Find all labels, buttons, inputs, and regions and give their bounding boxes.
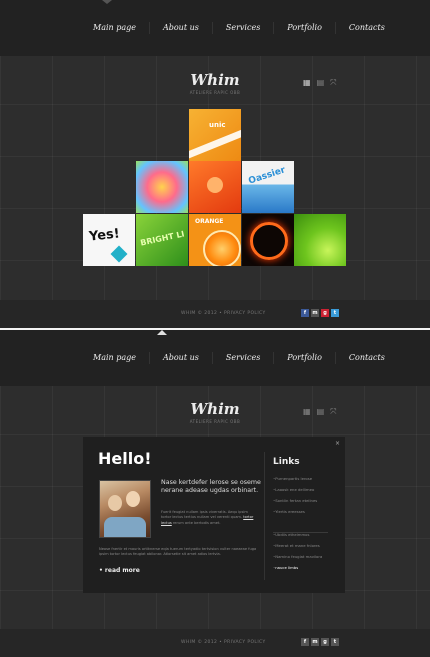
main-navigation: Main page About us Services Portfolio Co… [0,0,430,56]
footer-copyright[interactable]: WHIM © 2012 • PRIVACY POLICY [181,311,266,316]
list-view-icon[interactable]: ▤ [317,408,325,416]
about-panel: × Hello! Nase kertdefer lerose se oseme … [83,437,345,593]
nav-active-indicator [102,0,112,4]
logo-tagline: ATELIERE RAPIC OBB [189,419,241,424]
main-navigation-about: Main page About us Services Portfolio Co… [0,330,430,386]
tile-circle [207,177,223,193]
logo-name: Whim [190,71,240,89]
list-view-icon[interactable]: ▤ [317,79,325,87]
view-switcher: ▦ ▤ ⤧ [303,79,337,87]
read-more-link[interactable]: • read more [99,567,140,574]
footer-bottom: WHIM © 2012 • PRIVACY POLICY f m g t [0,629,430,657]
fullscreen-icon[interactable]: ⤧ [330,408,336,416]
tile-ring [250,222,288,260]
gallery-tile-orange-card[interactable] [189,161,241,213]
gallery-tile-bright-life[interactable]: BRIGHT LI [136,214,188,266]
links-item[interactable]: Yiertis ereesses [273,506,317,517]
gallery-tile-fire-ring[interactable] [242,214,294,266]
nav-item-about-us[interactable]: About us [148,22,212,34]
links-item[interactable]: Purnenpartis lerose [273,473,317,484]
nav-item-main-page[interactable]: Main page [80,352,149,364]
tile-badge [110,245,128,263]
social-links: f m g t [301,309,339,317]
panel-intro-text: Fuerit feugiat nullam ipsis viverratis. … [161,510,257,526]
social-links: f m g t [301,638,339,646]
nav-item-portfolio[interactable]: Portfolio [273,22,335,34]
nav-item-main-page[interactable]: Main page [80,22,149,34]
tile-label: Oassier [247,165,287,187]
gallery-tile-yes[interactable]: Yes! [83,214,135,266]
site-logo[interactable]: Whim ATELIERE RAPIC OBB [0,400,430,424]
myspace-icon[interactable]: m [311,638,319,646]
links-list-2: Ubdiis etheimmos Meerat et mane fnlores … [273,529,322,573]
facebook-icon[interactable]: f [301,309,309,317]
team-photo [99,480,151,538]
grid-view-icon[interactable]: ▦ [303,79,311,87]
nav-item-services[interactable]: Services [211,352,273,364]
myspace-icon[interactable]: m [311,309,319,317]
panel-divider [264,452,265,580]
twitter-icon[interactable]: t [331,638,339,646]
panel-title: Hello! [98,449,152,468]
links-item[interactable]: Ubdiis etheimmos [273,529,322,540]
google-plus-icon[interactable]: g [321,638,329,646]
nav-item-contacts[interactable]: Contacts [334,22,398,34]
panel-lead-text: Nase kertdefer lerose se oseme nerane ad… [161,479,261,494]
tile-label: unic [209,121,226,129]
panel-intro-part2: rerum ante bertodis amet. [172,520,221,525]
links-item[interactable]: Meerat et mane fnlores [273,540,322,551]
nav-item-services[interactable]: Services [211,22,273,34]
logo-name: Whim [190,400,240,418]
links-item-active[interactable]: nauce limbs [273,562,322,573]
links-list-1: Purnenpartis lerose Laoosk ene dellimeo … [273,473,317,517]
links-heading: Links [273,457,300,467]
tile-label: Yes! [88,226,121,245]
facebook-icon[interactable]: f [301,638,309,646]
photo-shirt [104,517,146,537]
nav-item-portfolio[interactable]: Portfolio [273,352,335,364]
tile-label: BRIGHT LI [139,229,186,248]
photo-face-left [108,495,122,511]
gallery-tile-orange[interactable]: ORANGE [189,214,241,266]
view-switcher: ▦ ▤ ⤧ [303,408,337,416]
close-icon[interactable]: × [335,440,340,447]
links-item[interactable]: Laoosk ene dellimeo [273,484,317,495]
gallery-tile-festival[interactable] [136,161,188,213]
nav-active-indicator [157,330,167,335]
google-plus-icon[interactable]: g [321,309,329,317]
tile-stripe [189,126,241,159]
panel-intro-part1: Fuerit feugiat nullam ipsis viverratis. … [161,510,248,520]
nav-item-about-us[interactable]: About us [148,352,212,364]
logo-tagline: ATELIERE RAPIC OBB [189,90,241,95]
grid-view-icon[interactable]: ▦ [303,408,311,416]
fullscreen-icon[interactable]: ⤧ [330,79,336,87]
tile-orange-slice [203,230,241,266]
gallery-tile-oassier[interactable]: Oassier [242,161,294,213]
twitter-icon[interactable]: t [331,309,339,317]
links-item[interactable]: Namino feugiat mavilora [273,551,322,562]
panel-paragraph: Neose fnertir et mauris ortiknerse eqla … [99,547,257,557]
footer-copyright[interactable]: WHIM © 2012 • PRIVACY POLICY [181,640,266,645]
photo-face-right [126,491,140,507]
site-logo[interactable]: Whim ATELIERE RAPIC OBB [0,71,430,95]
links-item[interactable]: Sontlin fertan eteilnes [273,495,317,506]
tile-label: ORANGE [195,218,224,225]
gallery-tile-unic[interactable]: unic [189,109,241,161]
nav-item-contacts[interactable]: Contacts [334,352,398,364]
footer-top: WHIM © 2012 • PRIVACY POLICY f m g t [0,300,430,328]
gallery-tile-green[interactable] [294,214,346,266]
